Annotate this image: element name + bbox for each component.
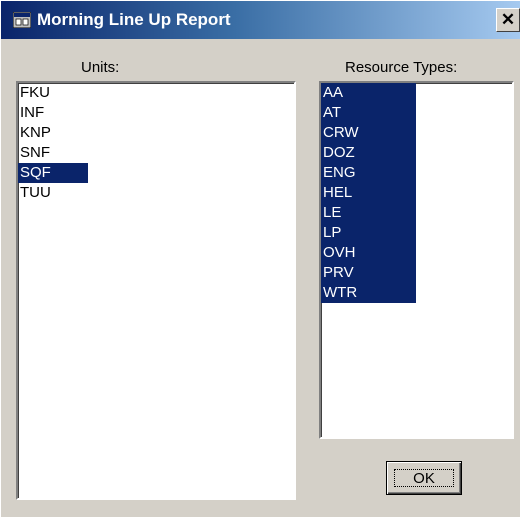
resource-type-item[interactable]: OVH xyxy=(321,243,416,263)
close-icon: ✕ xyxy=(500,10,516,29)
resource-type-item[interactable]: HEL xyxy=(321,183,416,203)
resource-type-item[interactable]: ENG xyxy=(321,163,416,183)
units-label: Units: xyxy=(81,59,120,76)
unit-item[interactable]: FKU xyxy=(18,83,88,103)
resource-type-item[interactable]: LE xyxy=(321,203,416,223)
resource-types-label: Resource Types: xyxy=(345,59,458,76)
ok-button[interactable]: OK xyxy=(386,461,462,495)
report-dialog: Morning Line Up Report ✕ Units: Resource… xyxy=(0,0,520,517)
resource-type-item[interactable]: CRW xyxy=(321,123,416,143)
resource-type-item[interactable]: AT xyxy=(321,103,416,123)
ok-button-label: OK xyxy=(413,470,435,487)
resource-type-item[interactable]: LP xyxy=(321,223,416,243)
unit-item[interactable]: INF xyxy=(18,103,88,123)
unit-item[interactable]: TUU xyxy=(18,183,88,203)
resource-type-item[interactable]: WTR xyxy=(321,283,416,303)
resource-type-item[interactable]: PRV xyxy=(321,263,416,283)
unit-item[interactable]: KNP xyxy=(18,123,88,143)
close-button[interactable]: ✕ xyxy=(496,8,520,32)
resource-types-listbox[interactable]: AA AT CRW DOZ ENG HEL LE LP OVH PRV WTR xyxy=(319,81,514,439)
unit-item[interactable]: SNF xyxy=(18,143,88,163)
resource-type-item[interactable]: DOZ xyxy=(321,143,416,163)
title-bar[interactable]: Morning Line Up Report ✕ xyxy=(1,1,520,39)
resource-type-item[interactable]: AA xyxy=(321,83,416,103)
window-title: Morning Line Up Report xyxy=(37,10,231,29)
unit-item[interactable]: SQF xyxy=(18,163,88,183)
app-window-icon xyxy=(13,12,31,28)
units-listbox[interactable]: FKU INF KNP SNF SQF TUU xyxy=(16,81,296,500)
